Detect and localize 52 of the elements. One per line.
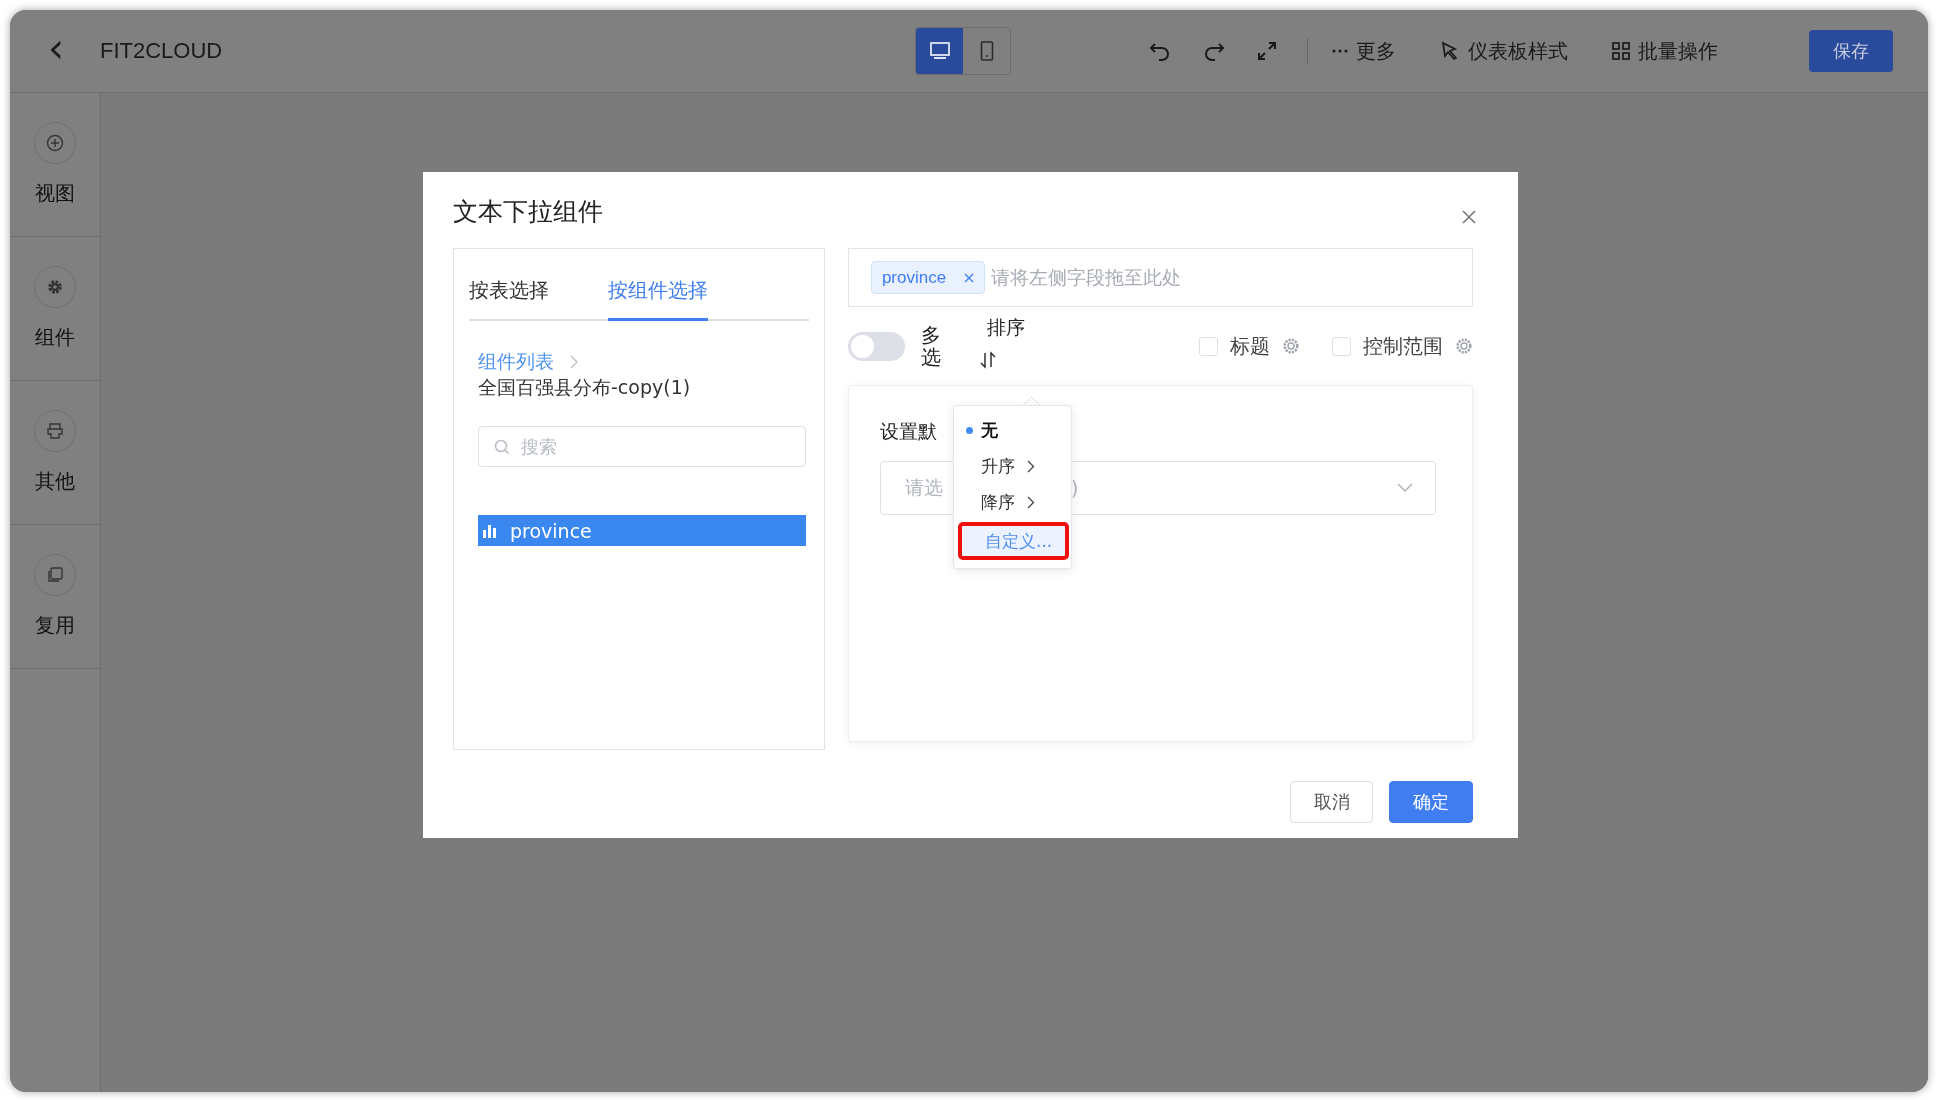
field-item[interactable]: province [478, 515, 806, 546]
grid-icon [1612, 42, 1631, 60]
breadcrumb-current: 全国百强县分布-copy(1) [478, 375, 692, 400]
checkbox[interactable] [1199, 336, 1218, 356]
sort-label: 排序 [986, 315, 1025, 340]
menu-item[interactable]: 自定义... [958, 522, 1069, 560]
chevron-right-icon [570, 355, 579, 369]
search-icon [494, 439, 510, 455]
checkbox[interactable] [1332, 336, 1351, 356]
batch-button[interactable]: 批量操作 [1612, 37, 1719, 65]
desktop-view-button[interactable] [916, 28, 964, 74]
more-button[interactable]: 更多 [1332, 37, 1397, 65]
undo-icon[interactable] [1149, 41, 1172, 61]
multi-select-label: 多选 [920, 324, 941, 368]
menu-item[interactable]: 降序 [954, 486, 1071, 518]
menu-item[interactable]: 无 [954, 414, 1071, 446]
chevron-right-icon [1027, 459, 1035, 473]
tab[interactable]: 按组件选择 [608, 277, 708, 321]
dashboard-style-button[interactable]: 仪表板样式 [1440, 37, 1569, 65]
gear-icon[interactable] [1282, 337, 1300, 355]
sidebar-item[interactable]: 其他 [35, 468, 75, 495]
sidebar-item[interactable]: 复用 [35, 612, 75, 639]
sort-icon[interactable] [979, 351, 996, 369]
default-value-label: 设置默 [879, 419, 937, 444]
drop-zone-placeholder: 请将左侧字段拖至此处 [991, 264, 1182, 290]
confirm-button[interactable]: 确定 [1389, 781, 1473, 823]
close-icon[interactable] [1461, 209, 1477, 225]
monitor-icon [929, 42, 950, 60]
tag-label: province [881, 267, 947, 288]
sidebar-item[interactable]: 组件 [35, 324, 75, 351]
phone-icon [979, 41, 994, 61]
redo-icon[interactable] [1203, 41, 1226, 61]
bar-chart-icon [482, 522, 498, 539]
checkbox-label: 标题 [1230, 332, 1270, 360]
gear-icon[interactable] [1455, 337, 1473, 355]
save-button[interactable]: 保存 [1809, 30, 1893, 72]
dialog-title: 文本下拉组件 [453, 195, 603, 228]
back-button[interactable]: ‹ [40, 28, 72, 68]
app-title: FIT2CLOUD [100, 38, 223, 64]
cancel-button[interactable]: 取消 [1290, 781, 1373, 823]
remove-icon[interactable] [964, 272, 975, 283]
fullscreen-icon[interactable] [1257, 41, 1278, 61]
tab[interactable]: 按表选择 [469, 277, 549, 321]
chevron-right-icon [1027, 495, 1035, 509]
multi-select-toggle[interactable] [847, 331, 905, 361]
chevron-down-icon [1397, 483, 1413, 493]
search-field[interactable]: 搜索 [478, 426, 806, 467]
drop-zone[interactable]: province 请将左侧字段拖至此处 [847, 248, 1473, 307]
checkbox-label: 控制范围 [1363, 332, 1443, 360]
sidebar-item[interactable]: 视图 [35, 180, 75, 207]
breadcrumb-link[interactable]: 组件列表 [478, 349, 554, 375]
more-icon [1332, 49, 1349, 53]
